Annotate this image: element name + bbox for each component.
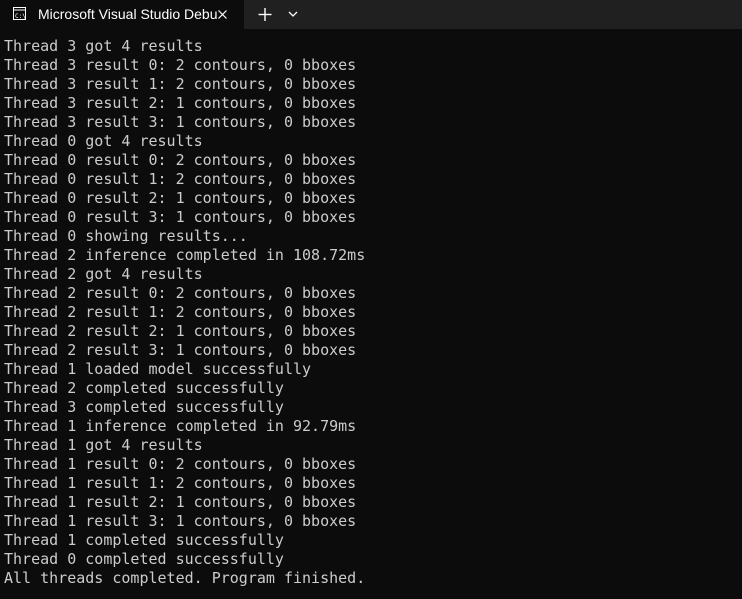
- terminal-window: C:\ Microsoft Visual Studio Debug Consol…: [0, 0, 742, 599]
- console-line: Thread 1 got 4 results: [4, 436, 203, 454]
- console-line: Thread 1 result 2: 1 contours, 0 bboxes: [4, 493, 357, 511]
- console-line: Thread 0 completed successfully: [4, 550, 284, 568]
- console-line: All threads completed. Program finished.: [4, 569, 366, 587]
- console-line: Thread 2 result 2: 1 contours, 0 bboxes: [4, 322, 357, 340]
- plus-icon[interactable]: [254, 5, 276, 24]
- console-line: Thread 2 result 0: 2 contours, 0 bboxes: [4, 284, 357, 302]
- console-line: Thread 2 got 4 results: [4, 265, 203, 283]
- console-line: Thread 1 result 3: 1 contours, 0 bboxes: [4, 512, 357, 530]
- console-window-icon: C:\: [13, 7, 26, 20]
- console-line: Thread 0 showing results...: [4, 227, 248, 245]
- console-line: Thread 2 completed successfully: [4, 379, 284, 397]
- console-line: Thread 1 result 1: 2 contours, 0 bboxes: [4, 474, 357, 492]
- tab-strip: C:\ Microsoft Visual Studio Debug Consol…: [0, 0, 742, 29]
- svg-text:C:\: C:\: [15, 13, 26, 20]
- console-line: Thread 3 result 2: 1 contours, 0 bboxes: [4, 94, 357, 112]
- console-line: Thread 1 loaded model successfully: [4, 360, 312, 378]
- console-output[interactable]: Thread 3 got 4 results Thread 3 result 0:…: [4, 37, 740, 597]
- console-line: Thread 2 result 1: 2 contours, 0 bboxes: [4, 303, 357, 321]
- console-line: Thread 1 inference completed in 92.79ms: [4, 417, 357, 435]
- console-line: Thread 0 result 2: 1 contours, 0 bboxes: [4, 189, 357, 207]
- console-line: Thread 3 completed successfully: [4, 398, 284, 416]
- console-line: Thread 3 result 1: 2 contours, 0 bboxes: [4, 75, 357, 93]
- console-line: Thread 0 result 1: 2 contours, 0 bboxes: [4, 170, 357, 188]
- chevron-down-icon[interactable]: [286, 8, 300, 20]
- console-line: Thread 0 result 0: 2 contours, 0 bboxes: [4, 151, 357, 169]
- console-line: Thread 1 result 0: 2 contours, 0 bboxes: [4, 455, 357, 473]
- console-line: Thread 0 got 4 results: [4, 132, 203, 150]
- console-line: Thread 2 inference completed in 108.72ms: [4, 246, 366, 264]
- console-line: Thread 1 completed successfully: [4, 531, 284, 549]
- console-line: Thread 0 result 3: 1 contours, 0 bboxes: [4, 208, 357, 226]
- console-line: Thread 2 result 3: 1 contours, 0 bboxes: [4, 341, 357, 359]
- tab-title: Microsoft Visual Studio Debug Console: [38, 6, 218, 22]
- console-line: Thread 3 result 3: 1 contours, 0 bboxes: [4, 113, 357, 131]
- console-line: Thread 3 got 4 results: [4, 37, 203, 55]
- close-icon[interactable]: [215, 7, 230, 22]
- tab-debug-console[interactable]: C:\ Microsoft Visual Studio Debug Consol…: [0, 0, 244, 29]
- console-line: Thread 3 result 0: 2 contours, 0 bboxes: [4, 56, 357, 74]
